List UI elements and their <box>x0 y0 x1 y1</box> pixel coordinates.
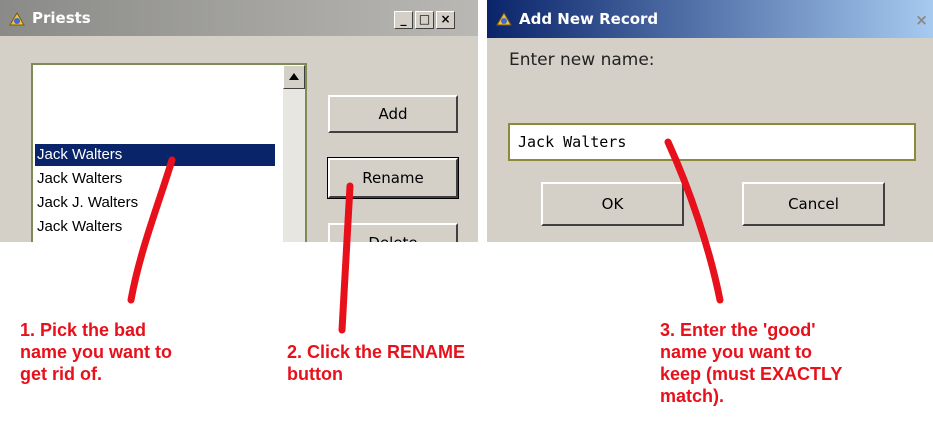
step3-arrow <box>664 138 724 304</box>
step2-arrow <box>338 182 354 334</box>
step3-note: 3. Enter the 'good' name you want to kee… <box>660 320 843 406</box>
step1-note: 1. Pick the bad name you want to get rid… <box>20 320 173 384</box>
step1-arrow <box>127 156 176 304</box>
step2-note: 2. Click the RENAME button <box>287 342 466 384</box>
